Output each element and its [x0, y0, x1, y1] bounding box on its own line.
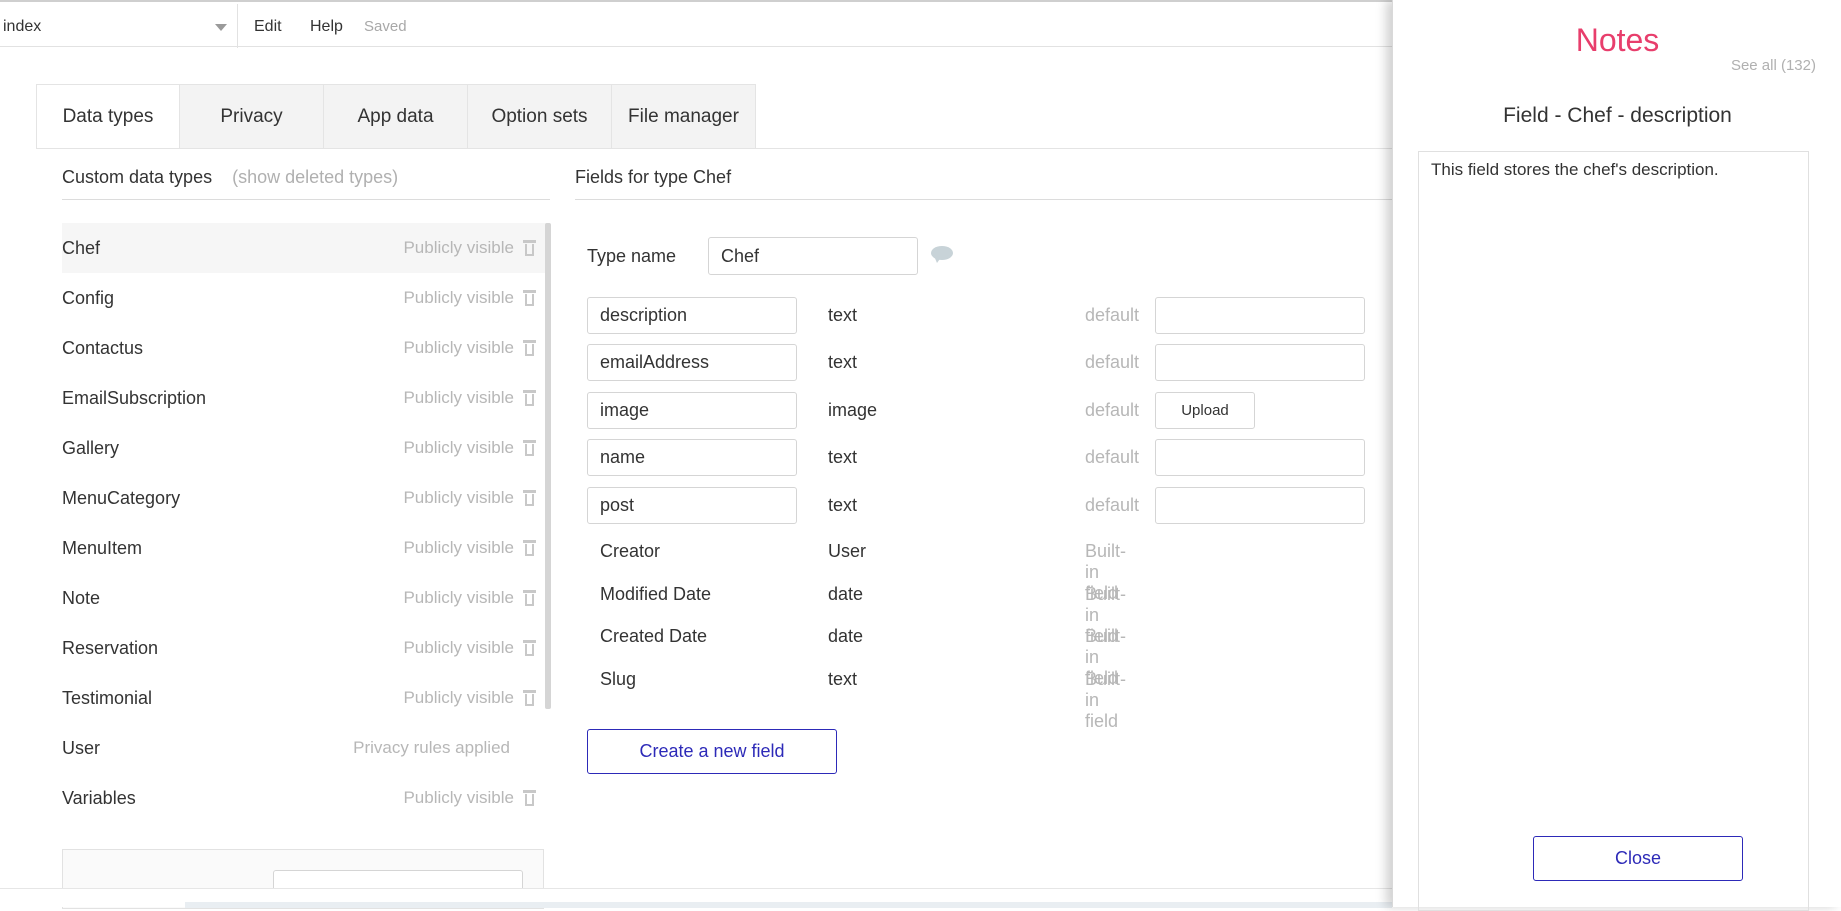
type-row-chef[interactable]: Chef Publicly visible — [62, 223, 550, 273]
tab-privacy[interactable]: Privacy — [180, 84, 324, 149]
field-name-input[interactable] — [587, 487, 797, 524]
bottom-scroll-area — [0, 888, 1392, 908]
comment-icon[interactable] — [931, 246, 953, 263]
custom-types-title: Custom data types — [62, 166, 213, 187]
field-name-input[interactable] — [587, 392, 797, 429]
note-text: This field stores the chef's description… — [1431, 160, 1719, 179]
field-row: text default — [0, 344, 1365, 384]
type-name: User — [62, 737, 101, 758]
builtin-field-type: date — [828, 584, 864, 604]
menu-help[interactable]: Help — [310, 18, 343, 36]
notes-title: Notes — [1575, 22, 1660, 58]
tab-app-data[interactable]: App data — [324, 84, 468, 149]
tab-option-sets[interactable]: Option sets — [468, 84, 612, 149]
tab-data-types[interactable]: Data types — [36, 84, 180, 149]
notes-panel: Notes See all (132) Field - Chef - descr… — [1392, 0, 1841, 911]
chevron-down-icon — [215, 24, 227, 31]
type-visibility: Publicly visible — [403, 788, 514, 807]
see-all-notes-link[interactable]: See all (132) — [1731, 57, 1816, 74]
field-name-input[interactable] — [587, 344, 797, 381]
type-name: Chef — [62, 237, 101, 258]
create-new-field-button[interactable]: Create a new field — [587, 729, 837, 774]
tab-file-manager[interactable]: File manager — [612, 84, 756, 149]
builtin-field-name: Modified Date — [600, 584, 712, 604]
builtin-field-type: text — [828, 669, 858, 689]
field-type[interactable]: text — [828, 495, 857, 516]
builtin-field-note: Built-in field — [1085, 669, 1127, 731]
custom-types-header: Custom data types (show deleted types) — [62, 155, 550, 200]
type-name-label: Type name — [587, 246, 677, 266]
field-default-label: default — [1085, 495, 1140, 515]
field-row: image default Upload — [0, 392, 1255, 432]
trash-icon[interactable] — [523, 240, 536, 256]
field-row: text default — [0, 487, 1365, 527]
tab-bar: Data types Privacy App data Option sets … — [36, 84, 756, 149]
field-default-label: default — [1085, 400, 1140, 420]
type-visibility: Publicly visible — [403, 238, 514, 257]
builtin-field-row: Created Date date Built-in field — [0, 626, 1126, 688]
builtin-field-row: Slug text Built-in field — [0, 669, 1126, 731]
type-name: Variables — [62, 787, 136, 808]
type-row-user[interactable]: User Privacy rules applied — [62, 723, 550, 773]
fields-header: Fields for type Chef — [575, 155, 1392, 200]
page-selector[interactable]: index — [0, 4, 238, 48]
builtin-field-name: Slug — [600, 669, 637, 689]
field-default-input[interactable] — [1155, 439, 1365, 476]
field-default-input[interactable] — [1155, 487, 1365, 524]
builtin-field-row: Creator User Built-in field — [0, 541, 1126, 603]
field-type[interactable]: text — [828, 447, 857, 468]
page-selector-value: index — [3, 18, 42, 35]
trash-icon[interactable] — [523, 790, 536, 806]
field-name-input[interactable] — [587, 439, 797, 476]
field-name-input[interactable] — [587, 297, 797, 334]
field-default-label: default — [1085, 447, 1140, 467]
field-row: text default — [0, 439, 1365, 479]
field-type[interactable]: text — [828, 305, 857, 326]
type-name-input[interactable] — [708, 237, 918, 275]
note-heading: Field - Chef - description — [1503, 104, 1732, 127]
field-default-input[interactable] — [1155, 344, 1365, 381]
builtin-field-name: Creator — [600, 541, 661, 561]
fields-title: Fields for type Chef — [575, 166, 732, 187]
field-default-input[interactable] — [1155, 297, 1365, 334]
builtin-field-row: Modified Date date Built-in field — [0, 584, 1126, 646]
upload-button[interactable]: Upload — [1155, 392, 1255, 429]
builtin-field-type: User — [828, 541, 867, 561]
horizontal-scrollbar[interactable] — [185, 902, 1392, 908]
builtin-field-type: date — [828, 626, 864, 646]
tab-divider — [36, 148, 1396, 149]
save-status: Saved — [364, 18, 407, 35]
menu-edit[interactable]: Edit — [254, 18, 282, 36]
close-button[interactable]: Close — [1533, 836, 1743, 881]
show-deleted-types-link[interactable]: (show deleted types) — [232, 167, 398, 188]
type-row-variables[interactable]: Variables Publicly visible — [62, 773, 550, 823]
type-visibility: Privacy rules applied — [353, 738, 510, 757]
field-row: text default — [0, 297, 1365, 337]
field-default-label: default — [1085, 352, 1140, 372]
note-textarea[interactable]: This field stores the chef's description… — [1418, 151, 1809, 911]
field-type[interactable]: text — [828, 352, 857, 373]
field-default-label: default — [1085, 305, 1140, 325]
builtin-field-name: Created Date — [600, 626, 708, 646]
field-type[interactable]: image — [828, 400, 877, 421]
